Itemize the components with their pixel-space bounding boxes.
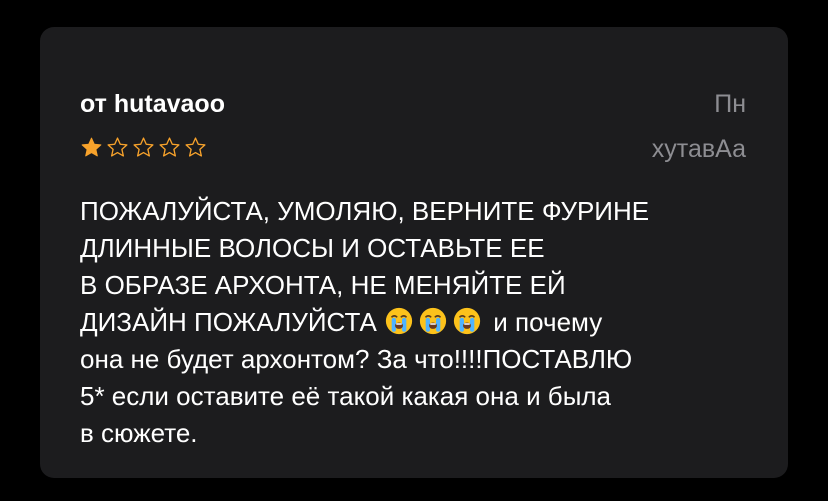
loudly-crying-face-icon <box>453 307 481 335</box>
review-date: Пн <box>714 90 746 118</box>
star-empty-icon <box>159 137 180 157</box>
review-line: ДЛИННЫЕ ВОЛОСЫ И ОСТАВЬТЕ ЕЕ <box>80 233 545 263</box>
star-empty-icon <box>133 137 154 157</box>
review-card[interactable]: от hutavaoo Пн хутавАа ПОЖАЛУЙСТА, УМОЛЯ… <box>40 27 788 478</box>
star-rating <box>80 136 207 159</box>
star-empty-icon <box>185 137 206 157</box>
star-empty-icon <box>107 137 128 157</box>
review-body: ПОЖАЛУЙСТА, УМОЛЯЮ, ВЕРНИТЕ ФУРИНЕ ДЛИНН… <box>80 193 760 452</box>
review-line: она не будет архонтом? За что!!!!ПОСТАВЛ… <box>80 344 633 374</box>
review-line-text: и почему <box>486 307 603 337</box>
review-line: ПОЖАЛУЙСТА, УМОЛЯЮ, ВЕРНИТЕ ФУРИНЕ <box>80 196 650 226</box>
loudly-crying-face-icon <box>385 307 413 335</box>
review-line: 5* если оставите её такой какая она и бы… <box>80 381 612 411</box>
star-filled-icon <box>81 137 102 157</box>
review-author: от hutavaoo <box>80 90 225 118</box>
review-line: в сюжете. <box>80 418 198 448</box>
review-line: В ОБРАЗЕ АРХОНТА, НЕ МЕНЯЙТЕ ЕЙ <box>80 270 566 300</box>
loudly-crying-face-icon <box>419 307 447 335</box>
emoji-group <box>384 307 486 337</box>
review-title: хутавАа <box>651 135 746 163</box>
review-line: ДИЗАЙН ПОЖАЛУЙСТА и почему <box>80 304 760 341</box>
review-line-text: ДИЗАЙН ПОЖАЛУЙСТА <box>80 307 377 337</box>
